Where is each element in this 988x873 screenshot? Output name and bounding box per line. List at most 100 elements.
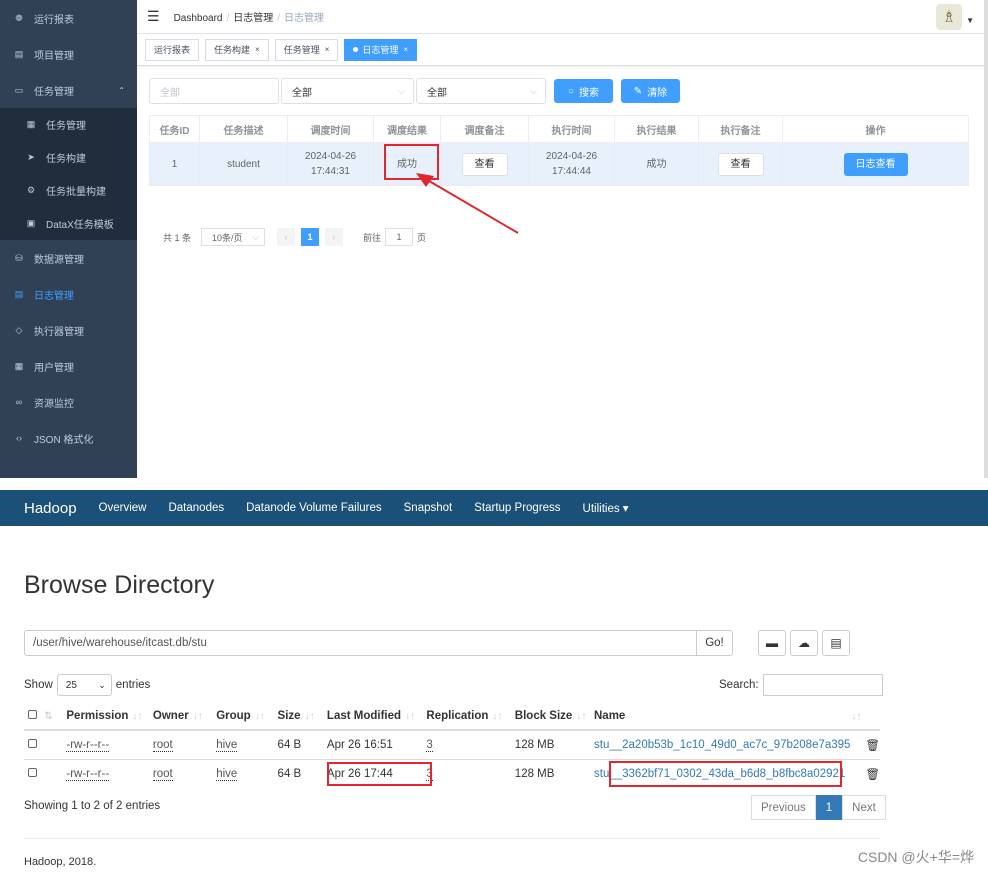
- th-last-modified[interactable]: Last Modified ↓↑: [322, 702, 423, 731]
- breadcrumb-dashboard[interactable]: Dashboard: [174, 13, 223, 24]
- project-icon: ▤: [14, 48, 24, 59]
- close-icon[interactable]: ×: [255, 45, 260, 54]
- search-button-label: 搜索: [579, 87, 600, 99]
- previous-button[interactable]: Previous: [751, 795, 816, 820]
- sidebar-item-10[interactable]: ▦ 用户管理: [0, 348, 137, 384]
- trash-icon[interactable]: 🗑: [865, 740, 880, 752]
- th-label: Permission: [66, 709, 129, 722]
- cell-replication: 3: [422, 758, 511, 788]
- cell-owner: root: [148, 729, 213, 759]
- sidebar-item-2[interactable]: ▭ 任务管理 ⌃: [0, 72, 137, 108]
- nav-datanodes[interactable]: Datanodes: [168, 502, 224, 514]
- database-icon: ⛁: [15, 252, 23, 263]
- select-all-checkbox[interactable]: [28, 709, 37, 719]
- divider: [24, 838, 880, 839]
- th-replication[interactable]: Replication ↓↑: [422, 702, 511, 731]
- goto-input[interactable]: 1: [385, 228, 414, 246]
- search-button[interactable]: ○ 搜索: [554, 79, 613, 103]
- upload-cloud-icon[interactable]: ☁: [790, 630, 818, 656]
- status-select-value: 全部: [292, 87, 312, 99]
- row-checkbox[interactable]: [28, 767, 37, 777]
- tag-task-manage[interactable]: 任务管理 ×: [274, 38, 339, 61]
- chevron-down-icon: ⌵: [530, 85, 537, 96]
- prev-page-icon[interactable]: ‹: [277, 228, 296, 246]
- permission-link[interactable]: -rw-r--r--: [66, 767, 110, 781]
- file-name-link[interactable]: stu__2a20b53b_1c10_49d0_ac7c_97b208e7a39…: [594, 739, 850, 751]
- page-number[interactable]: 1: [815, 795, 843, 820]
- table-row: -rw-r--r-- root hive 64 B Apr 26 16:51 3…: [24, 729, 880, 759]
- th-permission[interactable]: Permission ↓↑: [62, 702, 149, 731]
- sidebar-item-12[interactable]: ‹› JSON 格式化: [0, 420, 137, 456]
- page-size-select[interactable]: 10条/页 ⌵: [201, 228, 266, 246]
- sidebar-item-0[interactable]: ❁ 运行报表: [0, 0, 137, 36]
- tag-log-manage[interactable]: 日志管理 ×: [344, 38, 418, 61]
- close-icon[interactable]: ×: [403, 45, 408, 54]
- th-size[interactable]: Size ↓↑: [273, 702, 323, 731]
- select-all-cell: ⇅: [24, 702, 63, 731]
- next-page-icon[interactable]: ›: [325, 228, 344, 246]
- owner-link[interactable]: root: [152, 738, 173, 752]
- hamburger-icon[interactable]: ☰: [147, 8, 160, 25]
- list-icon[interactable]: ▤: [822, 630, 850, 656]
- sidebar-item-9[interactable]: ◇ 执行器管理: [0, 312, 137, 348]
- entries-select[interactable]: 25 ⌄: [56, 674, 112, 696]
- job-input-placeholder: 全部: [160, 87, 180, 99]
- sort-icon[interactable]: ⇅: [44, 711, 52, 722]
- executor-select[interactable]: 全部 ⌵: [416, 78, 546, 104]
- nav-volume-failures[interactable]: Datanode Volume Failures: [246, 502, 382, 514]
- tag-task-build[interactable]: 任务构建 ×: [205, 38, 269, 61]
- cell-permission: -rw-r--r--: [62, 758, 149, 788]
- hadoop-brand[interactable]: Hadoop: [24, 500, 77, 517]
- sidebar-item-8[interactable]: ▤ 日志管理: [0, 276, 137, 312]
- status-select[interactable]: 全部 ⌵: [281, 78, 414, 104]
- view-log-button[interactable]: 日志查看: [843, 152, 908, 176]
- sidebar-item-7[interactable]: ⛁ 数据源管理: [0, 240, 137, 276]
- path-input[interactable]: /user/hive/warehouse/itcast.db/stu: [24, 630, 697, 656]
- breadcrumb-log[interactable]: 日志管理: [233, 13, 273, 24]
- replication-link[interactable]: 3: [426, 738, 433, 752]
- folder-open-icon[interactable]: ▬: [758, 630, 786, 656]
- scrollbar[interactable]: [984, 0, 988, 478]
- th-block-size[interactable]: Block Size ↓↑: [510, 702, 590, 731]
- row-checkbox[interactable]: [28, 738, 37, 748]
- goto-label: 前往: [363, 232, 382, 243]
- sidebar-item-6[interactable]: ▣ DataX任务模板: [0, 207, 137, 240]
- owner-link[interactable]: root: [152, 767, 173, 781]
- permission-link[interactable]: -rw-r--r--: [66, 738, 110, 752]
- th-job-desc: 任务描述: [199, 115, 288, 143]
- next-button[interactable]: Next: [842, 795, 886, 820]
- nav-startup-progress[interactable]: Startup Progress: [474, 502, 560, 514]
- tags-view: 运行报表 任务构建 × 任务管理 × 日志管理 ×: [137, 34, 988, 66]
- clear-button[interactable]: ✎ 清除: [621, 79, 680, 103]
- th-group[interactable]: Group ↓↑: [212, 702, 274, 731]
- th-name[interactable]: Name ↓↑: [590, 702, 862, 731]
- nav-overview[interactable]: Overview: [99, 502, 147, 514]
- tag-run-report[interactable]: 运行报表: [145, 38, 200, 61]
- chevron-up-icon: ⌃: [118, 85, 125, 95]
- avatar[interactable]: ♗: [936, 4, 962, 30]
- chevron-down-icon: ⌄: [98, 679, 106, 690]
- nav-snapshot[interactable]: Snapshot: [404, 502, 453, 514]
- go-button[interactable]: Go!: [696, 630, 733, 656]
- trash-icon[interactable]: 🗑: [865, 769, 880, 781]
- page-number[interactable]: 1: [301, 228, 320, 246]
- watermark: CSDN @火+华=烨: [857, 849, 974, 865]
- view-exec-note-button[interactable]: 查看: [717, 152, 764, 176]
- sidebar-item-5[interactable]: ⚙ 任务批量构建: [0, 174, 137, 207]
- sidebar-item-3[interactable]: ▦ 任务管理: [0, 108, 137, 141]
- sidebar-item-11[interactable]: ∞ 资源监控: [0, 384, 137, 420]
- sidebar-item-4[interactable]: ➤ 任务构建: [0, 141, 137, 174]
- th-label: Name: [594, 709, 626, 722]
- sidebar-item-1[interactable]: ▤ 项目管理: [0, 36, 137, 72]
- job-input[interactable]: 全部: [149, 78, 279, 104]
- caret-down-icon[interactable]: ▼: [966, 16, 974, 25]
- search-input[interactable]: [762, 674, 883, 696]
- sidebar-item-label: 日志管理: [34, 290, 74, 302]
- nav-utilities[interactable]: Utilities ▾: [583, 501, 629, 515]
- close-icon[interactable]: ×: [325, 45, 330, 54]
- th-owner[interactable]: Owner ↓↑: [148, 702, 213, 731]
- cell-trigger-time: 2024-04-26 17:44:31: [287, 142, 374, 186]
- group-link[interactable]: hive: [216, 767, 238, 781]
- group-link[interactable]: hive: [216, 738, 238, 752]
- main-area: ☰ Dashboard / 日志管理 / 日志管理 ♗ ▼ 运行报表 任务构建 × 任务管…: [137, 0, 988, 478]
